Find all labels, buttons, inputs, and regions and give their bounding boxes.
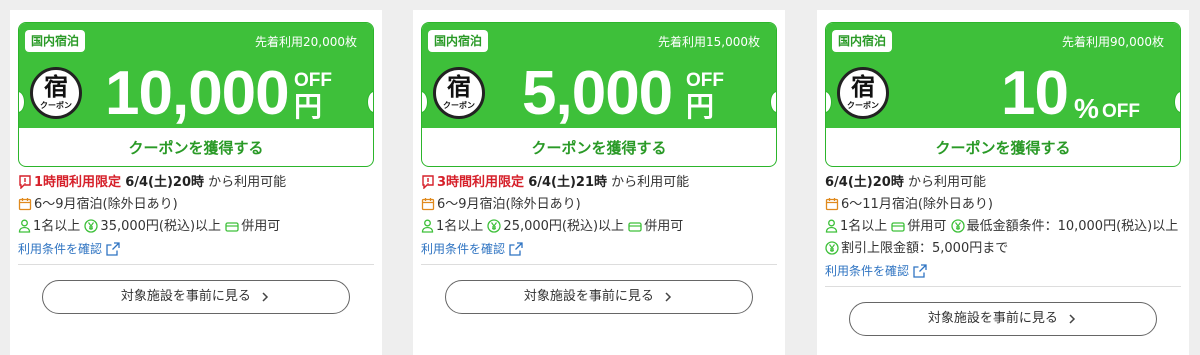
start-time: 6/4(土)21時 (528, 175, 608, 190)
stay-period: 6〜11月宿泊(除外日あり) (841, 197, 993, 212)
ticket-notch (1174, 91, 1180, 113)
off-label: OFF (686, 70, 724, 91)
ticket-notch (367, 91, 373, 113)
combinable: 併用可 (644, 219, 684, 234)
coupon-info: 1時間利用限定 6/4(土)20時 から利用可能 6〜9月宿泊(除外日あり) 1… (18, 172, 378, 260)
available-from: から利用可能 (208, 175, 287, 190)
external-link-icon (509, 242, 523, 256)
time-limit: 3時間利用限定 (437, 175, 525, 190)
category-tag: 国内宿泊 (428, 30, 489, 52)
min-amount: 25,000円(税込)以上 (503, 219, 625, 234)
view-facilities-button[interactable]: 対象施設を事前に見る (445, 280, 753, 314)
min-people: 1名以上 (33, 219, 81, 234)
off-label: OFF (294, 70, 332, 91)
conditions-row: 1名以上 25,000円(税込)以上 併用可 (421, 216, 781, 238)
yen-unit: 円 (294, 90, 323, 123)
first-come-count: 先着利用90,000枚 (1062, 35, 1164, 49)
first-come-count: 先着利用15,000枚 (658, 35, 760, 49)
percent-sign: % (1074, 93, 1099, 124)
discount-amount: 10,000 (105, 59, 290, 128)
min-people: 1名以上 (840, 219, 888, 234)
calendar-icon (421, 197, 435, 211)
chevron-right-icon (664, 291, 672, 303)
yen-icon (84, 219, 99, 233)
yen-icon (825, 241, 839, 255)
min-amount: 最低金額条件：10,000円(税込)以上 (966, 219, 1179, 234)
alert-icon (421, 175, 435, 189)
yen-unit: 円 (686, 90, 715, 123)
stay-period-row: 6〜11月宿泊(除外日あり) (825, 194, 1185, 216)
coupon-card-3: 国内宿泊 先着利用90,000枚 宿 クーポン 10 % OFF クーポンを獲得… (817, 10, 1189, 355)
external-link-icon (913, 264, 927, 278)
coupon-header: 国内宿泊 先着利用20,000枚 宿 クーポン 10,000 OFF 円 (19, 23, 373, 128)
calendar-icon (18, 197, 32, 211)
yado-coupon-logo-icon: 宿 クーポン (433, 67, 485, 119)
get-coupon-button[interactable]: クーポンを獲得する (826, 128, 1180, 166)
ticket-icon (891, 221, 906, 233)
coupon-ticket: 国内宿泊 先着利用20,000枚 宿 クーポン 10,000 OFF 円 クーポ… (18, 22, 374, 167)
view-facilities-button[interactable]: 対象施設を事前に見る (42, 280, 350, 314)
get-coupon-button[interactable]: クーポンを獲得する (422, 128, 776, 166)
chevron-right-icon (261, 291, 269, 303)
coupon-ticket: 国内宿泊 先着利用90,000枚 宿 クーポン 10 % OFF クーポンを獲得… (825, 22, 1181, 167)
min-people: 1名以上 (436, 219, 484, 234)
discount-amount: 10 (1001, 59, 1069, 128)
category-tag: 国内宿泊 (25, 30, 86, 52)
combinable: 併用可 (241, 219, 281, 234)
alert-icon (18, 175, 32, 189)
coupon-card-2: 国内宿泊 先着利用15,000枚 宿 クーポン 5,000 OFF 円 クーポン… (413, 10, 785, 355)
category-tag: 国内宿泊 (832, 30, 893, 52)
coupon-info: 3時間利用限定 6/4(土)21時 から利用可能 6〜9月宿泊(除外日あり) 1… (421, 172, 781, 260)
start-time: 6/4(土)20時 (125, 175, 205, 190)
coupon-header: 国内宿泊 先着利用15,000枚 宿 クーポン 5,000 OFF 円 (422, 23, 776, 128)
min-amount: 35,000円(税込)以上 (100, 219, 222, 234)
yen-icon (950, 219, 965, 233)
available-from: から利用可能 (611, 175, 690, 190)
ticket-icon (225, 221, 239, 233)
discount-amount: 5,000 (522, 59, 673, 128)
divider (825, 286, 1181, 287)
conditions-row: 1名以上 併用可 最低金額条件：10,000円(税込)以上 (825, 216, 1185, 238)
terms-link[interactable]: 利用条件を確認 (421, 238, 781, 260)
stay-period: 6〜9月宿泊(除外日あり) (34, 197, 178, 212)
person-icon (18, 219, 31, 233)
divider (18, 264, 374, 265)
conditions-row: 1名以上 35,000円(税込)以上 併用可 (18, 216, 378, 238)
availability-row: 6/4(土)20時 から利用可能 (825, 172, 1185, 194)
coupon-ticket: 国内宿泊 先着利用15,000枚 宿 クーポン 5,000 OFF 円 クーポン… (421, 22, 777, 167)
person-icon (421, 219, 434, 233)
time-limit: 1時間利用限定 (34, 175, 122, 190)
calendar-icon (825, 197, 839, 211)
coupon-card-1: 国内宿泊 先着利用20,000枚 宿 クーポン 10,000 OFF 円 クーポ… (10, 10, 382, 355)
discount-cap: 割引上限金額：5,000円まで (841, 241, 1009, 256)
discount-cap-row: 割引上限金額：5,000円まで (825, 238, 1185, 260)
view-facilities-button[interactable]: 対象施設を事前に見る (849, 302, 1157, 336)
yado-coupon-logo-icon: 宿 クーポン (837, 67, 889, 119)
stay-period-row: 6〜9月宿泊(除外日あり) (421, 194, 781, 216)
coupon-info: 6/4(土)20時 から利用可能 6〜11月宿泊(除外日あり) 1名以上 併用可… (825, 172, 1185, 282)
divider (421, 264, 777, 265)
person-icon (825, 219, 838, 233)
coupon-header: 国内宿泊 先着利用90,000枚 宿 クーポン 10 % OFF (826, 23, 1180, 128)
external-link-icon (106, 242, 120, 256)
ticket-icon (628, 221, 642, 233)
combinable: 併用可 (907, 219, 947, 234)
yen-icon (487, 219, 502, 233)
yado-coupon-logo-icon: 宿 クーポン (30, 67, 82, 119)
terms-link[interactable]: 利用条件を確認 (18, 238, 378, 260)
available-from: から利用可能 (907, 175, 986, 190)
off-label: OFF (1102, 101, 1140, 122)
chevron-right-icon (1068, 313, 1076, 325)
stay-period-row: 6〜9月宿泊(除外日あり) (18, 194, 378, 216)
terms-link[interactable]: 利用条件を確認 (825, 260, 1185, 282)
stay-period: 6〜9月宿泊(除外日あり) (437, 197, 581, 212)
first-come-count: 先着利用20,000枚 (255, 35, 357, 49)
availability-row: 1時間利用限定 6/4(土)20時 から利用可能 (18, 172, 378, 194)
availability-row: 3時間利用限定 6/4(土)21時 から利用可能 (421, 172, 781, 194)
get-coupon-button[interactable]: クーポンを獲得する (19, 128, 373, 166)
ticket-notch (770, 91, 776, 113)
start-time: 6/4(土)20時 (825, 175, 904, 190)
